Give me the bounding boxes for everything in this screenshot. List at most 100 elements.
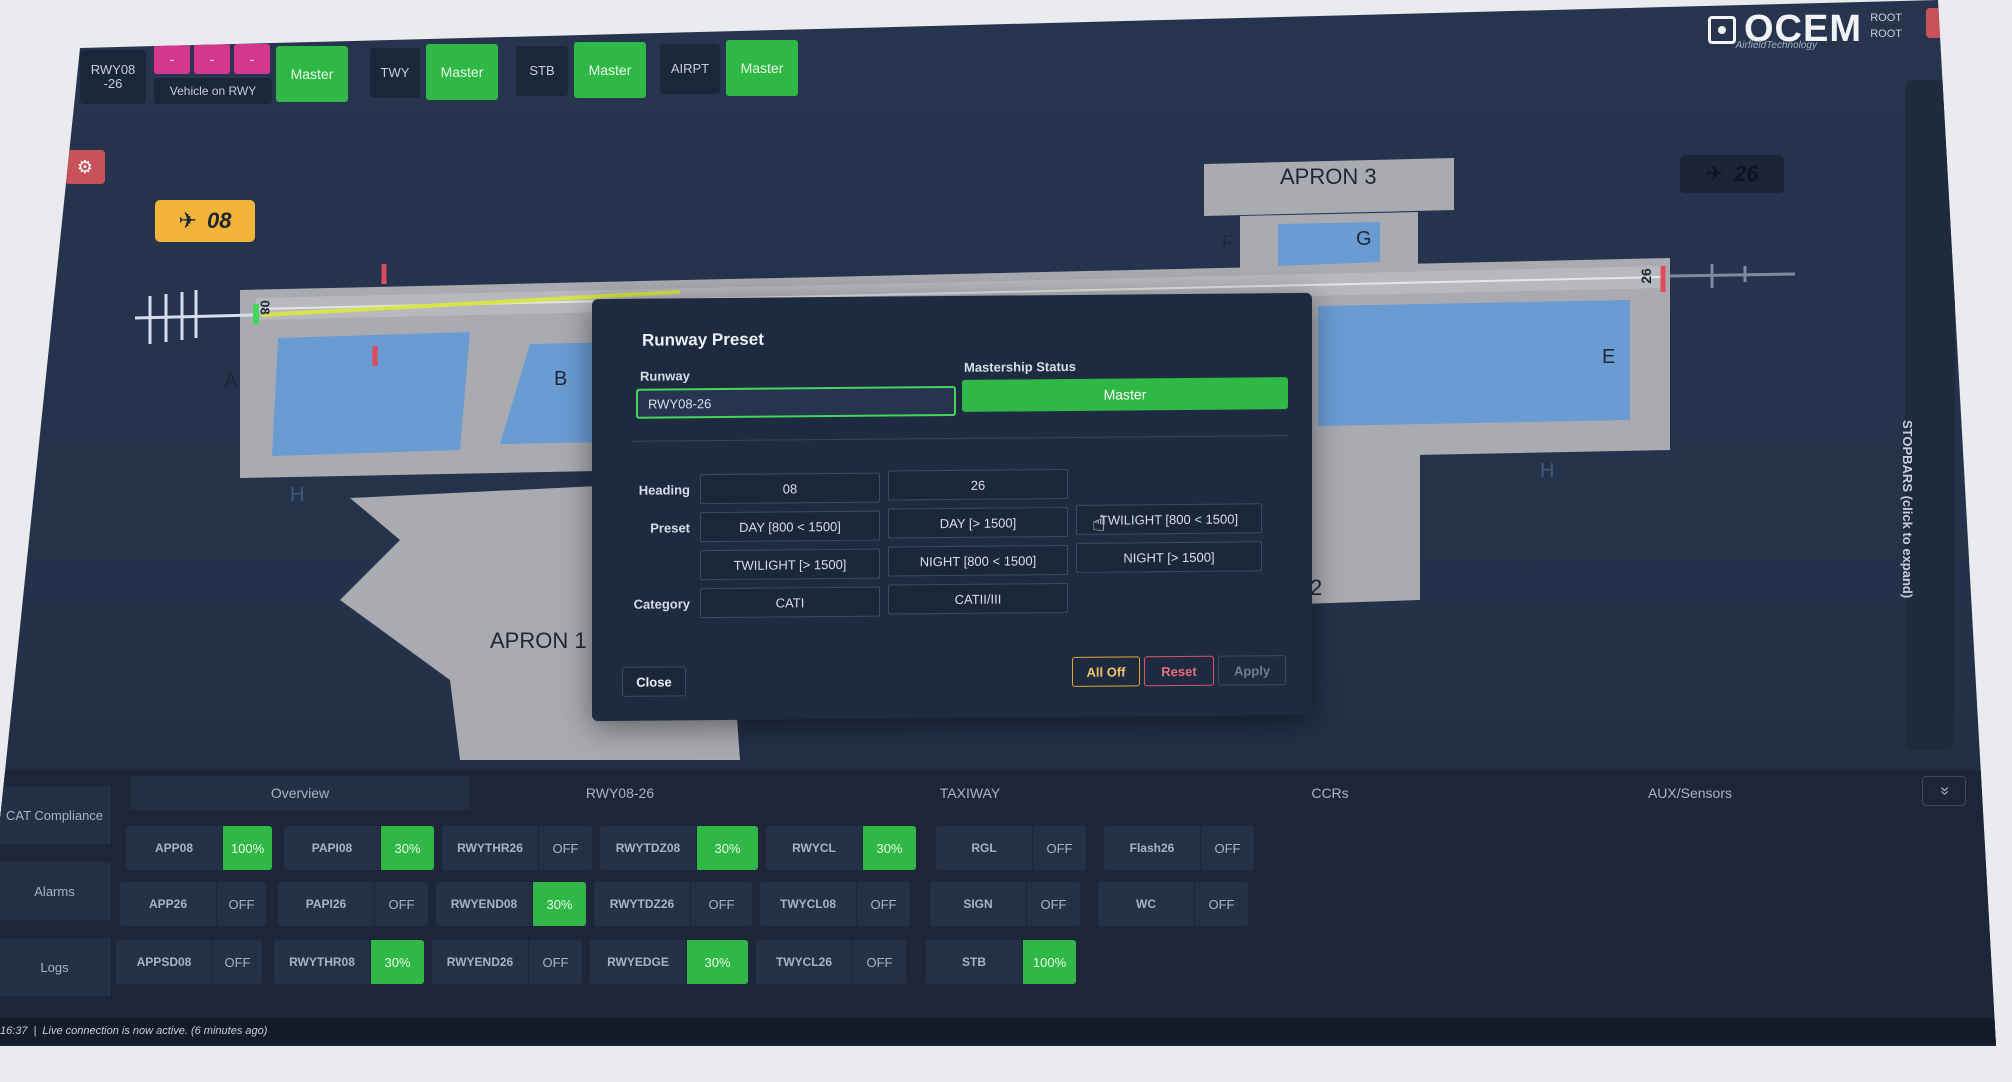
status-message: Live connection is now active. (6 minute… [42, 1025, 268, 1037]
pink-button-2[interactable]: - [194, 44, 230, 74]
circuit-control[interactable]: APP26 OFF [120, 882, 266, 926]
circuit-name: RWYEDGE [590, 940, 686, 984]
pink-button-1[interactable]: - [154, 44, 190, 74]
circuit-name: RWYEND08 [436, 882, 532, 926]
circuit-name: RWYTHR08 [274, 940, 370, 984]
circuit-control[interactable]: APPSD08 OFF [116, 940, 262, 984]
apply-button[interactable]: Apply [1218, 655, 1286, 686]
preset-row-label: Preset [650, 520, 690, 536]
circuit-name: RWYTDZ26 [594, 882, 690, 926]
taxiway-e-label: E [1602, 346, 1616, 368]
circuit-control[interactable]: RWYTDZ08 30% [600, 826, 758, 870]
tab-taxiway[interactable]: TAXIWAY [770, 776, 1170, 810]
heading-indicator-right[interactable]: ✈ 26 [1680, 155, 1784, 193]
vehicle-on-rwy-button[interactable]: Vehicle on RWY [154, 78, 272, 104]
basin-right [1318, 300, 1630, 426]
circuit-control[interactable]: WC OFF [1098, 882, 1248, 926]
runway-end-left-label: 08 [257, 300, 273, 315]
circuit-value: OFF [1200, 826, 1254, 870]
user-info: ROOT ROOT [1870, 10, 1902, 42]
tab-rwy08-26[interactable]: RWY08-26 [470, 776, 770, 810]
basin-left [272, 332, 470, 456]
taxiway-f-label: F [1222, 232, 1235, 254]
close-button[interactable]: Close [622, 666, 686, 697]
circuit-control[interactable]: STB 100% [926, 940, 1076, 984]
stopbars-panel[interactable]: STOPBARS (click to expand) [1900, 80, 1955, 750]
circuit-name: APP08 [126, 826, 222, 870]
circuit-value: OFF [1194, 882, 1248, 926]
stb-label: STB [516, 46, 568, 96]
preset-twilight-1500[interactable]: TWILIGHT [> 1500] [700, 548, 880, 581]
dialog-divider [632, 435, 1288, 442]
circuit-name: APP26 [120, 882, 216, 926]
rwy-master-button[interactable]: Master [276, 46, 348, 102]
all-off-button[interactable]: All Off [1072, 656, 1140, 687]
taxiway-a-label: A [224, 370, 238, 392]
heading-26-button[interactable]: 26 [888, 468, 1068, 501]
circuit-control[interactable]: RWYTDZ26 OFF [594, 882, 752, 926]
preset-night-800-1500[interactable]: NIGHT [800 < 1500] [888, 544, 1068, 577]
circuit-control[interactable]: RWYCL 30% [766, 826, 916, 870]
circuit-control[interactable]: PAPI08 30% [284, 826, 434, 870]
mastership-status-button[interactable]: Master [962, 377, 1288, 412]
logout-button[interactable]: ⇥ [1926, 8, 1970, 38]
apron1-label: APRON 1 [490, 628, 587, 653]
circuit-value: 30% [380, 826, 434, 870]
circuit-control[interactable]: Flash26 OFF [1104, 826, 1254, 870]
circuit-name: RWYEND26 [432, 940, 528, 984]
approach-lights-right [1669, 264, 1796, 288]
tab-ccrs[interactable]: CCRs [1170, 776, 1490, 810]
preset-night-1500[interactable]: NIGHT [> 1500] [1076, 541, 1262, 573]
circuit-value: 30% [686, 940, 748, 984]
heading-08-button[interactable]: 08 [700, 472, 880, 505]
settings-button[interactable]: ⚙ [65, 150, 105, 184]
circuit-value: OFF [852, 940, 906, 984]
pink-button-3[interactable]: - [234, 44, 270, 74]
runway-select[interactable]: RWY08-26 [636, 385, 956, 419]
tab-aux-sensors[interactable]: AUX/Sensors [1490, 776, 1890, 810]
apron3-label: APRON 3 [1280, 164, 1377, 189]
circuit-control[interactable]: RWYEND26 OFF [432, 940, 582, 984]
side-tab-alarms[interactable]: Alarms [0, 862, 110, 920]
runway-end-right-label: 26 [1637, 268, 1654, 284]
logout-icon: ⇥ [1942, 14, 1954, 31]
airpt-master-button[interactable]: Master [726, 40, 798, 96]
circuit-control[interactable]: APP08 100% [126, 826, 272, 870]
circuit-control[interactable]: RGL OFF [936, 826, 1086, 870]
reset-button[interactable]: Reset [1144, 655, 1214, 687]
circuit-control[interactable]: PAPI26 OFF [278, 882, 428, 926]
circuit-control[interactable]: TWYCL26 OFF [756, 940, 906, 984]
gear-icon: ⚙ [76, 156, 94, 177]
tab-overview[interactable]: Overview [130, 776, 470, 810]
circuit-name: RWYCL [766, 826, 862, 870]
circuit-name: STB [926, 940, 1022, 984]
circuit-control[interactable]: RWYEDGE 30% [590, 940, 748, 984]
heading-indicator-left[interactable]: ✈ 08 [155, 200, 255, 242]
circuit-value: OFF [856, 882, 910, 926]
side-tab-cat-compliance[interactable]: CAT Compliance [0, 786, 110, 844]
circuit-control[interactable]: RWYTHR26 OFF [442, 826, 592, 870]
heading-left-value: 08 [206, 208, 232, 233]
circuit-control[interactable]: RWYEND08 30% [436, 882, 586, 926]
stb-master-button[interactable]: Master [574, 42, 646, 98]
runway-field-label: Runway [640, 368, 690, 384]
category-cat1-button[interactable]: CATI [700, 586, 880, 619]
collapse-panel-button[interactable]: » [1922, 776, 1966, 806]
category-cat2-3-button[interactable]: CATII/III [888, 582, 1068, 615]
runway-id-label[interactable]: RWY08 -26 [80, 50, 146, 104]
circuit-value: 100% [1022, 940, 1076, 984]
preset-day-800-1500[interactable]: DAY [800 < 1500] [700, 510, 880, 543]
circuit-name: PAPI26 [278, 882, 374, 926]
twy-label: TWY [370, 48, 420, 98]
side-tab-logs[interactable]: Logs [0, 938, 110, 996]
circuit-value: 30% [532, 882, 586, 926]
approach-lights-left [134, 290, 256, 344]
twy-master-button[interactable]: Master [426, 44, 498, 100]
circuit-control[interactable]: RWYTHR08 30% [274, 940, 424, 984]
circuit-control[interactable]: TWYCL08 OFF [760, 882, 910, 926]
circuit-control[interactable]: SIGN OFF [930, 882, 1080, 926]
preset-day-1500[interactable]: DAY [> 1500] [888, 506, 1068, 539]
circuit-name: Flash26 [1104, 826, 1200, 870]
circuit-value: 30% [862, 826, 916, 870]
status-bar: 16:37 | Live connection is now active. (… [0, 1018, 1996, 1044]
